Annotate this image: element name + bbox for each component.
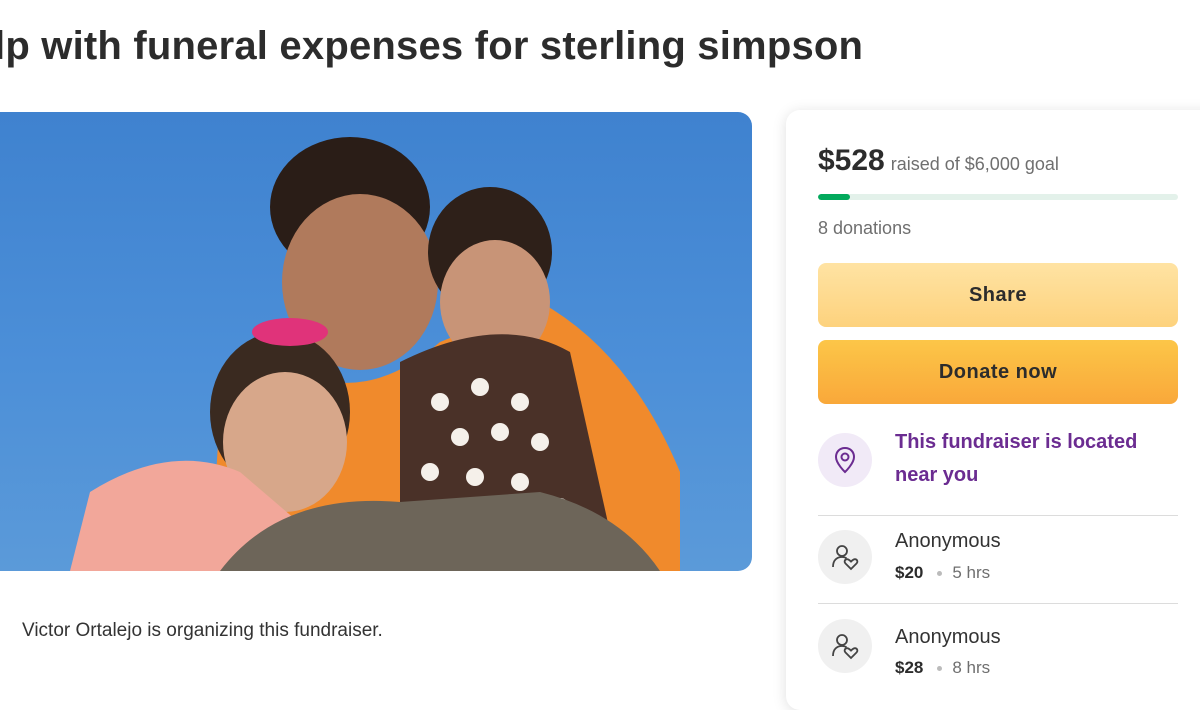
donation-count: 8 donations [818,218,912,238]
donor-name: Anonymous [895,626,1001,648]
raised-goal-text: raised of $6,000 goal [890,154,1059,174]
donation-time: 5 hrs [952,563,991,582]
donation-time: 8 hrs [952,658,991,677]
donor-heart-icon [818,619,872,673]
donation-card: $528 raised of $6,000 goal 8 donations Sh… [786,110,1200,710]
donation-meta: $20 5 hrs [895,563,990,583]
divider [818,603,1178,604]
donate-now-button[interactable]: Donate now [818,340,1178,404]
campaign-hero-image[interactable] [0,112,752,571]
progress-bar [818,194,1178,200]
organizer-text: Victor Ortalejo is organizing this fundr… [22,620,383,641]
donation-amount: $28 [895,658,924,677]
share-button[interactable]: Share [818,263,1178,327]
donation-meta: $28 8 hrs [895,658,990,678]
location-pin-icon [818,433,872,487]
page-title: lp with funeral expenses for sterling si… [0,24,864,68]
separator-dot [937,571,943,577]
hero-photo-illustration [70,137,680,571]
donor-name: Anonymous [895,530,1001,552]
donor-heart-icon [818,530,872,584]
progress-bar-fill [818,194,850,200]
donation-amount: $20 [895,563,924,582]
divider [818,515,1178,516]
location-notice[interactable]: This fundraiser is located near you [895,426,1185,492]
raised-amount: $528 [818,144,885,177]
separator-dot [937,666,943,672]
raised-summary: $528 raised of $6,000 goal [818,144,1059,178]
